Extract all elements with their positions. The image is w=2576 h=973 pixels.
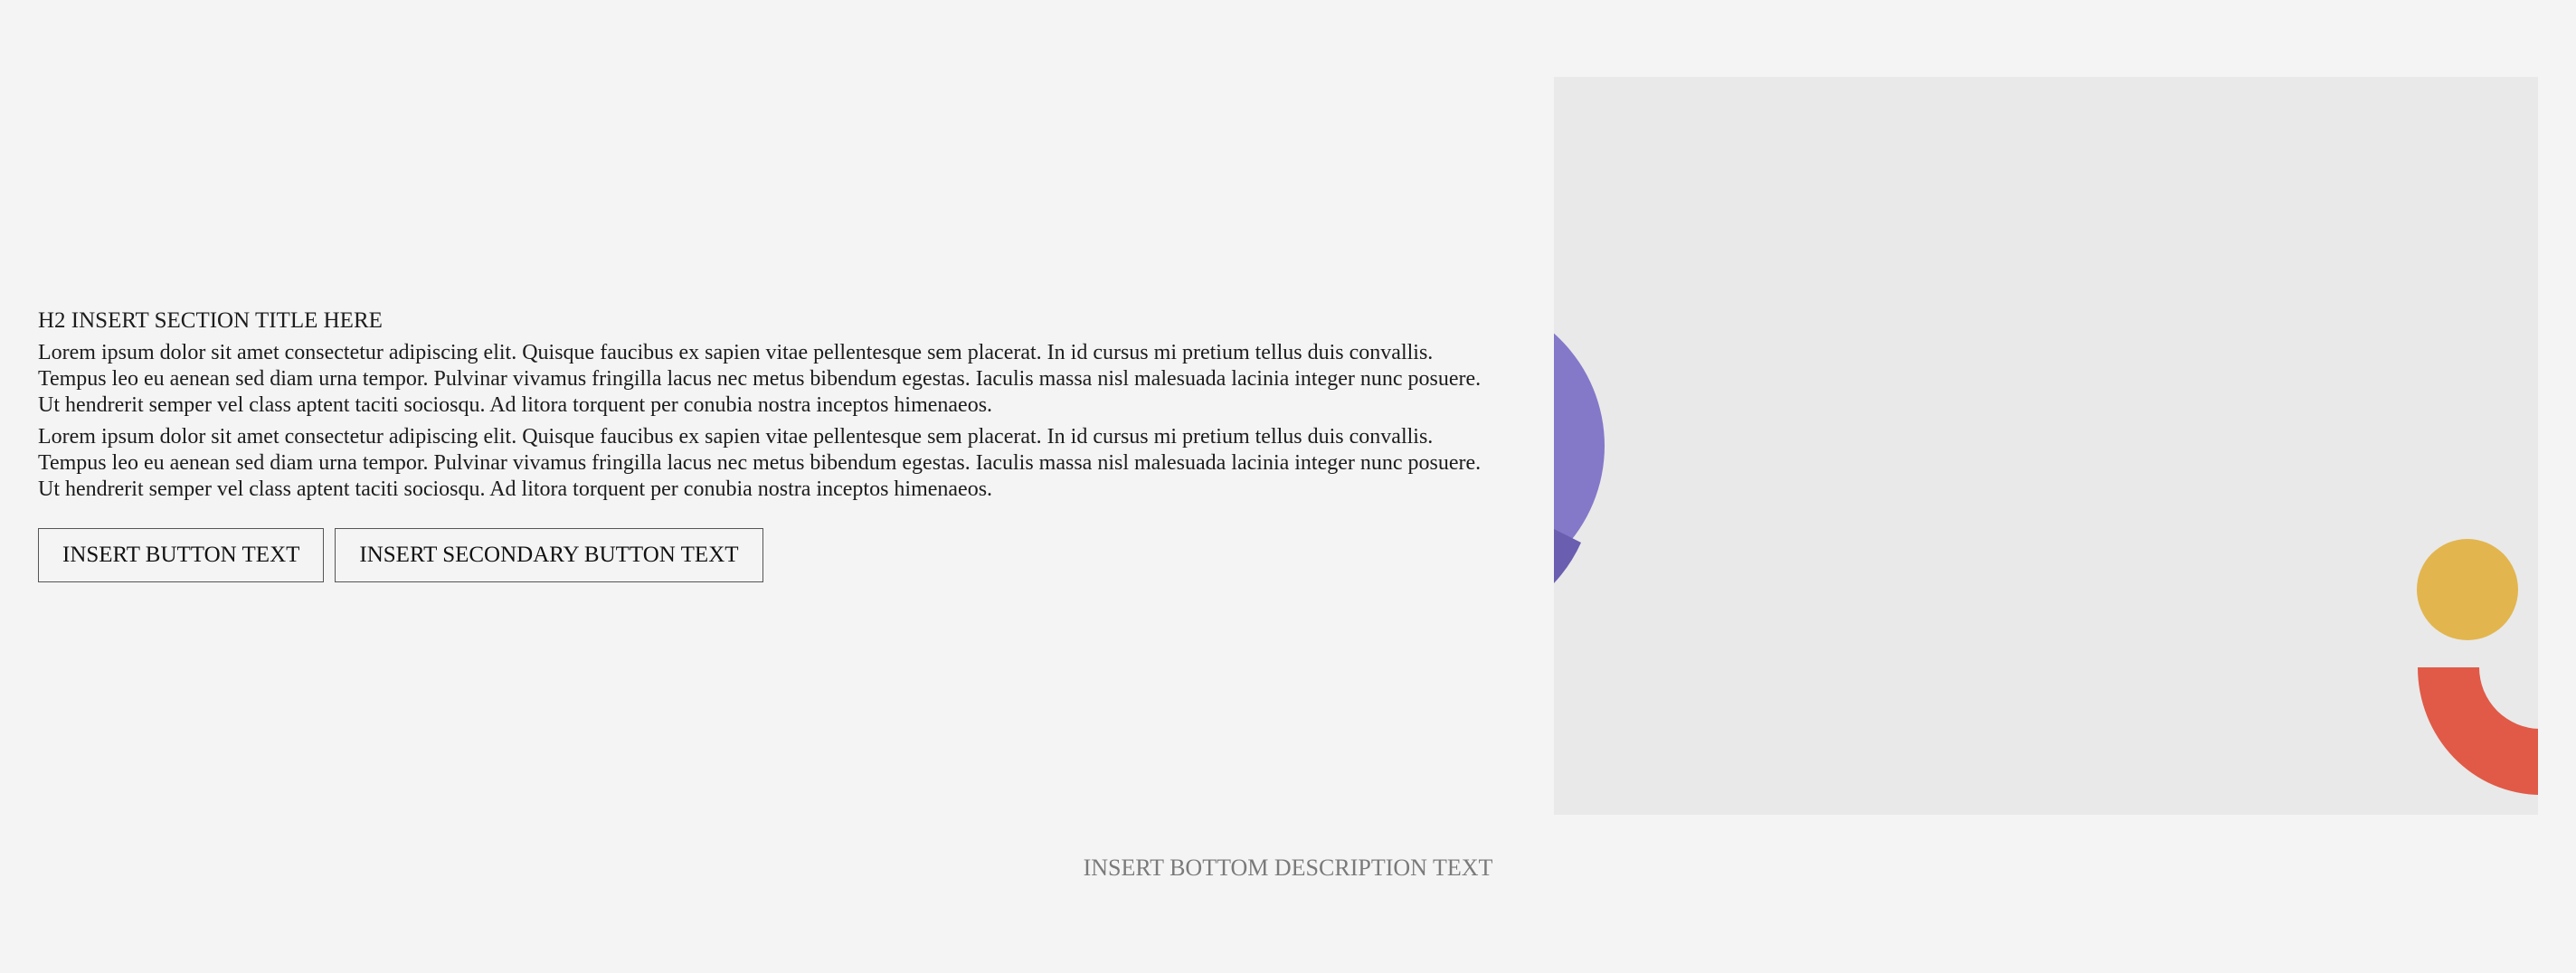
body-paragraph-2: Lorem ipsum dolor sit amet consectetur a… [38,425,1482,501]
button-group: INSERT BUTTON TEXT INSERT SECONDARY BUTT… [38,528,1485,582]
hero-section: H2 INSERT SECTION TITLE HERE Lorem ipsum… [0,0,2576,973]
yellow-circle-shape [2417,539,2518,640]
text-column: H2 INSERT SECTION TITLE HERE Lorem ipsum… [38,307,1485,582]
red-arc-shape [2418,667,2538,795]
bottom-description: INSERT BOTTOM DESCRIPTION TEXT [1083,855,1493,881]
decorative-shapes-illustration [1554,333,2538,795]
image-placeholder [1554,77,2538,815]
body-paragraph-1: Lorem ipsum dolor sit amet consectetur a… [38,341,1482,417]
secondary-button[interactable]: INSERT SECONDARY BUTTON TEXT [335,528,763,582]
purple-circle-shape [1554,333,1605,583]
section-title: H2 INSERT SECTION TITLE HERE [38,308,383,333]
primary-button[interactable]: INSERT BUTTON TEXT [38,528,325,582]
